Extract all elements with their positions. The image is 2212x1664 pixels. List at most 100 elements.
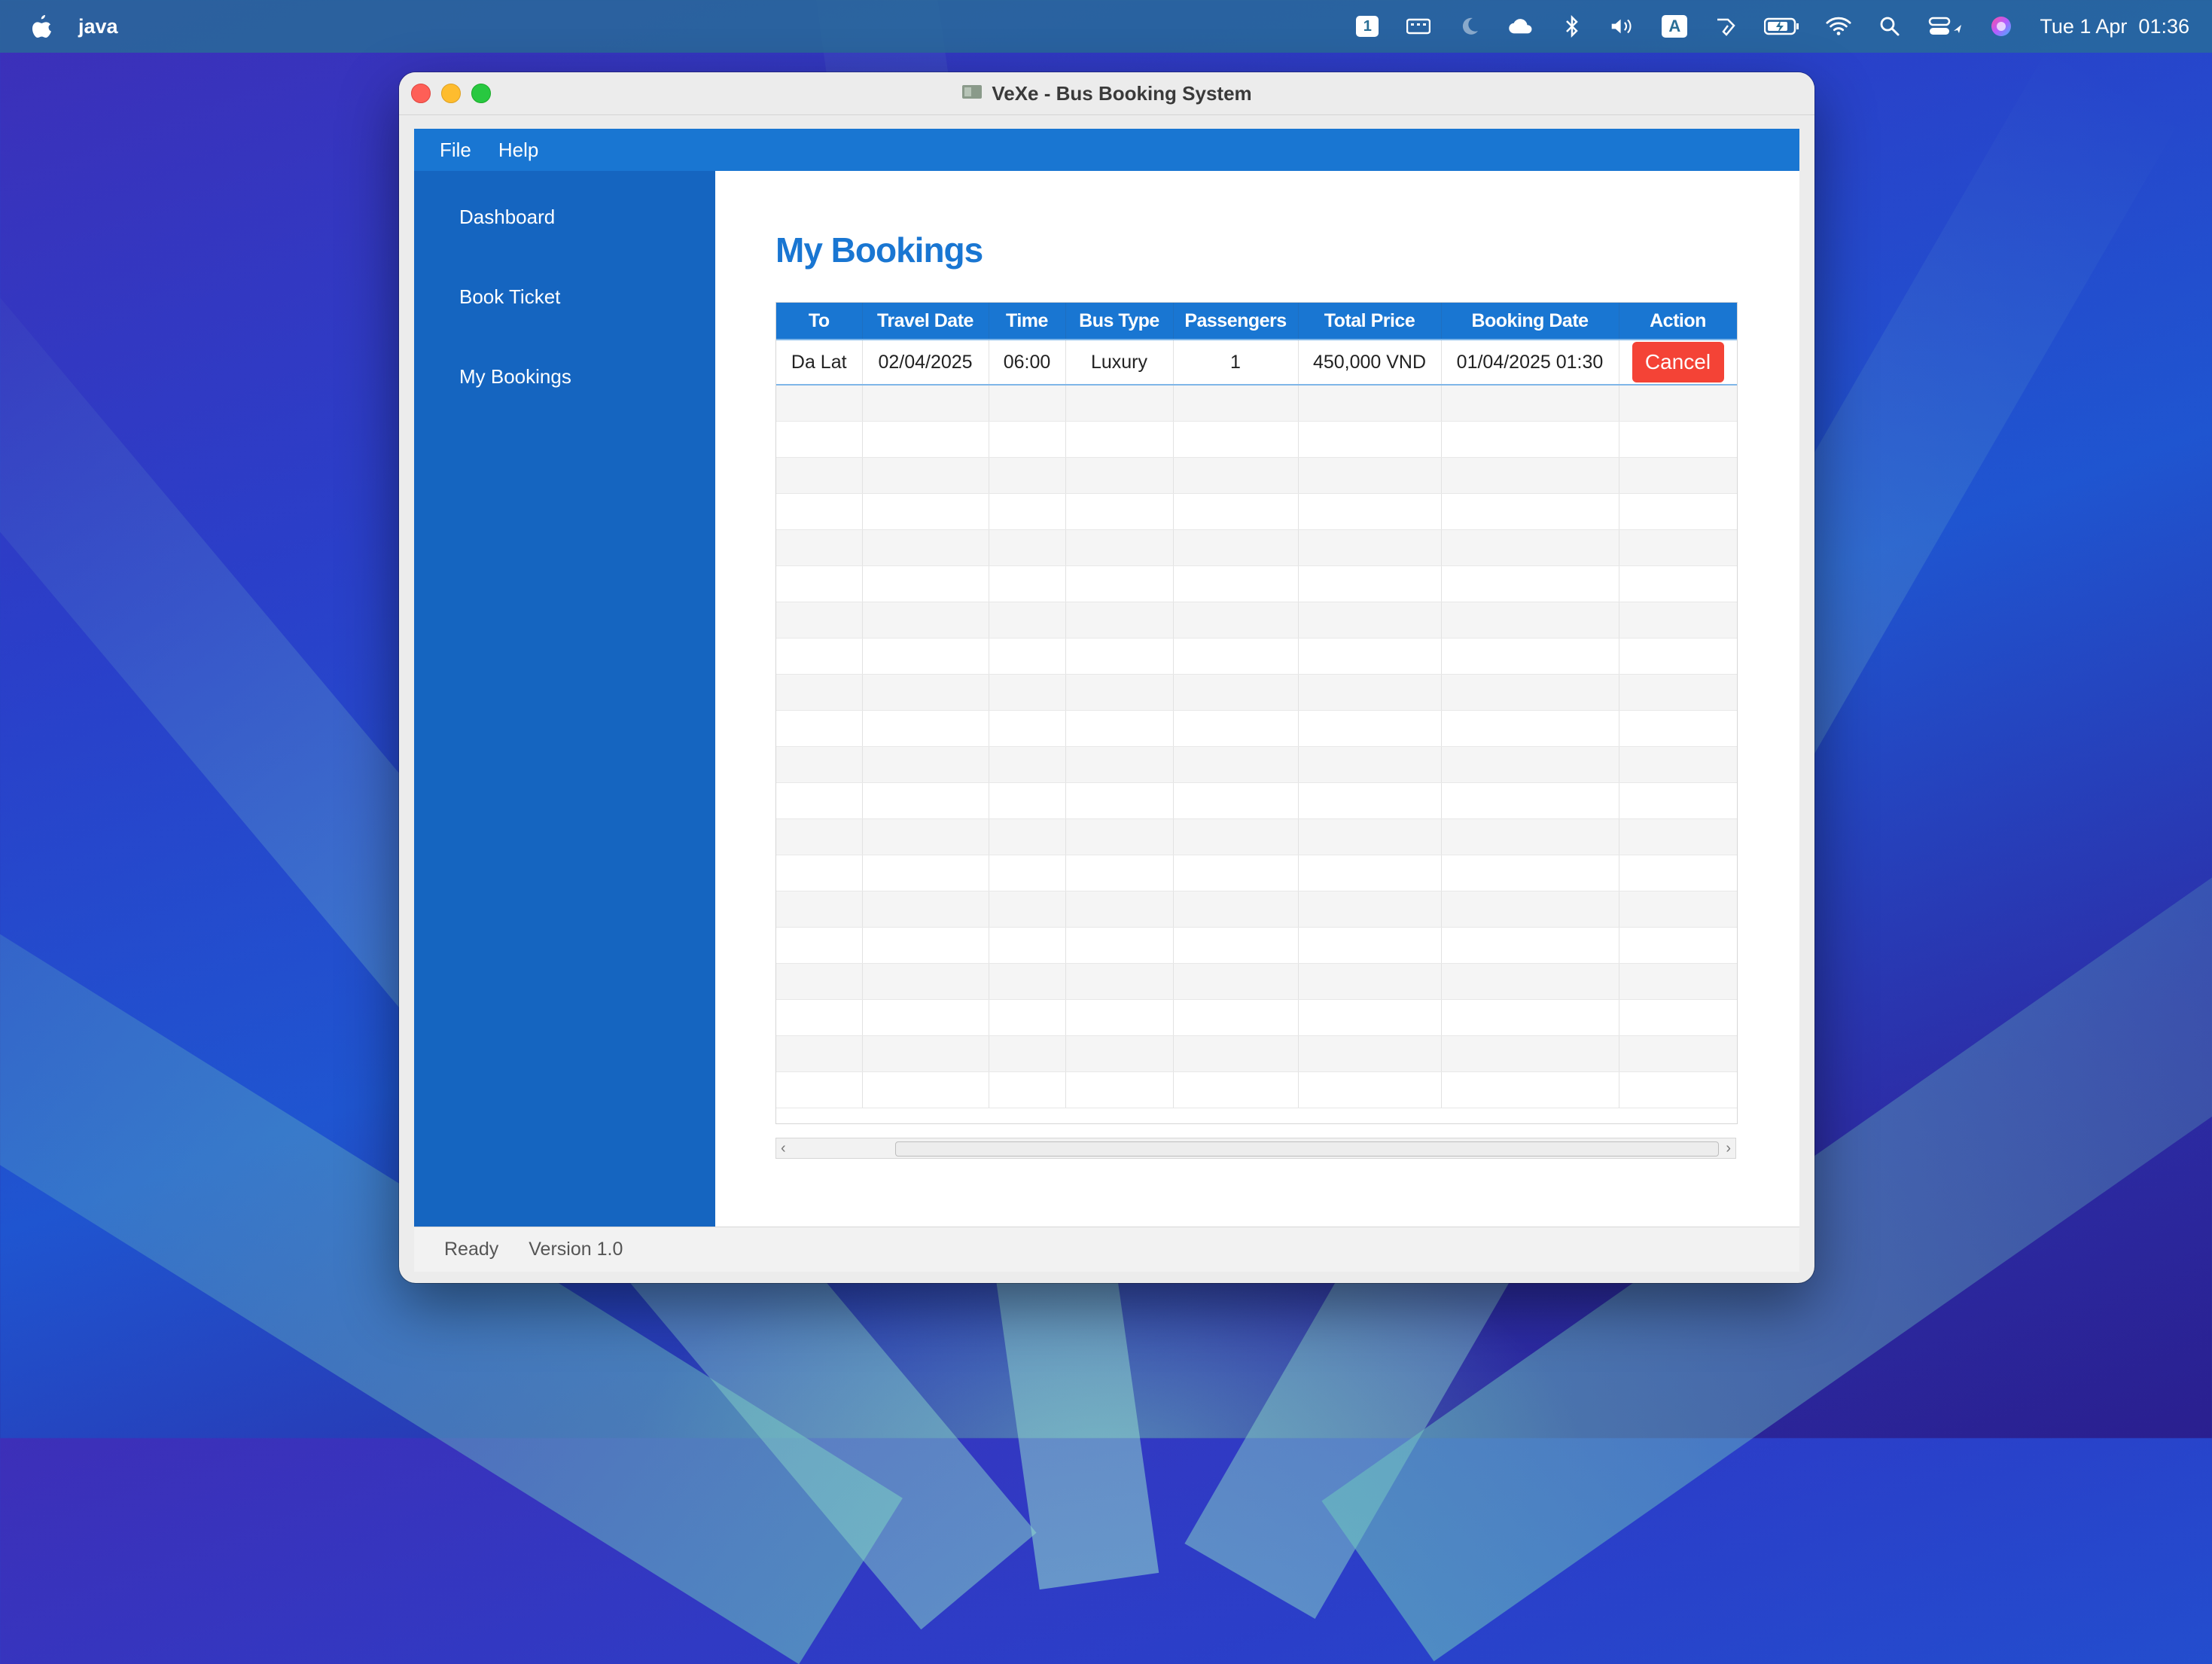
stylus-icon[interactable] <box>1713 14 1738 39</box>
empty-cell <box>1065 818 1174 855</box>
empty-cell <box>1065 385 1174 422</box>
cell-travel-date[interactable]: 02/04/2025 <box>862 339 989 386</box>
table-row[interactable]: Da Lat 02/04/2025 06:00 Luxury 1 450,000… <box>776 339 1737 386</box>
cloud-icon[interactable] <box>1508 14 1534 39</box>
empty-cell <box>989 818 1066 855</box>
empty-cell <box>989 710 1066 747</box>
version-label: Version 1.0 <box>529 1239 623 1260</box>
sidebar-item-dashboard[interactable]: Dashboard <box>459 206 555 229</box>
empty-cell <box>862 782 989 819</box>
status-bar: Ready Version 1.0 <box>414 1227 1799 1272</box>
empty-cell <box>1298 999 1442 1036</box>
empty-cell <box>1173 999 1299 1036</box>
empty-cell <box>1441 674 1619 711</box>
empty-cell <box>862 674 989 711</box>
cell-time[interactable]: 06:00 <box>989 339 1066 386</box>
empty-table-row <box>776 674 1737 711</box>
keyboard-icon[interactable] <box>1406 14 1431 39</box>
empty-table-row <box>776 529 1737 566</box>
empty-cell <box>862 565 989 602</box>
horizontal-scrollbar[interactable]: ‹ › <box>775 1138 1736 1159</box>
window-titlebar[interactable]: VeXe - Bus Booking System <box>399 72 1814 115</box>
search-icon[interactable] <box>1877 14 1903 39</box>
control-center-icon[interactable] <box>1928 14 1963 39</box>
input-source-icon[interactable]: A <box>1662 14 1688 39</box>
column-header-action[interactable]: Action <box>1619 303 1737 340</box>
menu-help[interactable]: Help <box>498 139 538 162</box>
empty-cell <box>862 999 989 1036</box>
empty-table-row <box>776 818 1737 855</box>
empty-cell <box>1441 710 1619 747</box>
sidebar-item-book-ticket[interactable]: Book Ticket <box>459 285 560 309</box>
window-title: VeXe - Bus Booking System <box>992 81 1252 105</box>
empty-cell <box>1441 855 1619 891</box>
empty-cell <box>1173 818 1299 855</box>
cancel-booking-button[interactable]: Cancel <box>1632 342 1724 382</box>
empty-cell <box>1065 710 1174 747</box>
column-header-passengers[interactable]: Passengers <box>1173 303 1299 340</box>
menubar-clock[interactable]: Tue 1 Apr 01:36 <box>2040 15 2189 38</box>
empty-cell <box>1619 927 1737 964</box>
empty-cell <box>1173 565 1299 602</box>
wifi-icon[interactable] <box>1826 14 1851 39</box>
column-header-to[interactable]: To <box>776 303 863 340</box>
empty-cell <box>1298 963 1442 1000</box>
empty-cell <box>1619 963 1737 1000</box>
empty-cell <box>989 385 1066 422</box>
empty-cell <box>1441 963 1619 1000</box>
empty-cell <box>1298 1035 1442 1072</box>
empty-cell <box>1173 493 1299 530</box>
empty-cell <box>989 963 1066 1000</box>
scroll-left-arrow-icon[interactable]: ‹ <box>781 1140 786 1157</box>
apple-icon[interactable] <box>29 14 54 39</box>
siri-icon[interactable] <box>1988 14 2014 39</box>
cell-bus-type[interactable]: Luxury <box>1065 339 1174 386</box>
empty-cell <box>989 457 1066 494</box>
empty-cell <box>776 385 863 422</box>
column-header-booking-date[interactable]: Booking Date <box>1441 303 1619 340</box>
cell-action: Cancel <box>1619 339 1737 386</box>
sidebar-item-my-bookings[interactable]: My Bookings <box>459 365 571 389</box>
cell-total-price[interactable]: 450,000 VND <box>1298 339 1442 386</box>
empty-cell <box>862 1071 989 1108</box>
empty-cell <box>1441 602 1619 638</box>
scroll-right-arrow-icon[interactable]: › <box>1726 1140 1731 1157</box>
empty-cell <box>1441 782 1619 819</box>
empty-cell <box>1298 674 1442 711</box>
empty-cell <box>862 818 989 855</box>
empty-cell <box>1441 457 1619 494</box>
empty-cell <box>1298 782 1442 819</box>
column-header-bus-type[interactable]: Bus Type <box>1065 303 1174 340</box>
empty-cell <box>1619 493 1737 530</box>
desktop-1-icon[interactable]: 1 <box>1354 14 1380 39</box>
empty-cell <box>862 927 989 964</box>
battery-icon[interactable] <box>1764 14 1800 39</box>
empty-cell <box>1298 421 1442 458</box>
empty-cell <box>776 746 863 783</box>
empty-cell <box>1065 529 1174 566</box>
cell-to[interactable]: Da Lat <box>776 339 863 386</box>
empty-cell <box>776 963 863 1000</box>
empty-cell <box>1173 1035 1299 1072</box>
column-header-time[interactable]: Time <box>989 303 1066 340</box>
empty-cell <box>1173 638 1299 675</box>
empty-cell <box>1065 674 1174 711</box>
empty-cell <box>1441 421 1619 458</box>
scrollbar-thumb[interactable] <box>895 1141 1719 1157</box>
volume-icon[interactable] <box>1610 14 1636 39</box>
bookings-table-scrollpane[interactable]: To Travel Date Time Bus Type Passengers … <box>775 302 1738 1124</box>
empty-cell <box>1065 855 1174 891</box>
empty-cell <box>1298 710 1442 747</box>
empty-table-row <box>776 891 1737 928</box>
empty-cell <box>1619 529 1737 566</box>
menu-file[interactable]: File <box>440 139 471 162</box>
moon-icon[interactable] <box>1457 14 1482 39</box>
sidebar: Dashboard Book Ticket My Bookings <box>414 171 715 1227</box>
column-header-total-price[interactable]: Total Price <box>1298 303 1442 340</box>
cell-passengers[interactable]: 1 <box>1173 339 1299 386</box>
active-app-name[interactable]: java <box>78 15 118 38</box>
cell-booking-date[interactable]: 01/04/2025 01:30 <box>1441 339 1619 386</box>
bluetooth-icon[interactable] <box>1559 14 1585 39</box>
column-header-travel-date[interactable]: Travel Date <box>862 303 989 340</box>
empty-cell <box>862 855 989 891</box>
